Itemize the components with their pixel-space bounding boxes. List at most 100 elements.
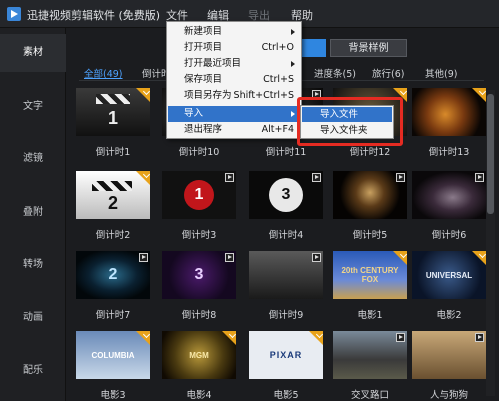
media-label: 倒计时12 <box>349 147 391 158</box>
media-item[interactable]: 1 倒计时1 <box>76 88 150 158</box>
menu-item-label: 项目另存为 <box>184 90 232 101</box>
menu-item-open-project[interactable]: 打开项目 Ctrl+O <box>168 40 300 56</box>
menu-item-exit[interactable]: 退出程序 Alt+F4 <box>168 122 300 138</box>
filter-travel[interactable]: 旅行(6) <box>372 66 404 80</box>
app-logo-icon <box>7 7 21 21</box>
filter-progress[interactable]: 进度条(5) <box>314 66 356 80</box>
menu-item-save-as[interactable]: 项目另存为 Shift+Ctrl+S <box>168 88 300 104</box>
media-label: 电影4 <box>186 390 212 401</box>
media-thumbnail: 1 <box>162 171 236 219</box>
download-icon <box>472 88 486 102</box>
download-icon <box>393 251 407 265</box>
media-label: 电影2 <box>436 310 462 321</box>
media-thumbnail <box>412 331 486 379</box>
sidebar-item-transitions[interactable]: 转场 <box>0 246 66 284</box>
app-title: 迅捷视频剪辑软件 (免费版) <box>27 9 161 22</box>
annotation-highlight-box <box>297 97 403 146</box>
media-label: 倒计时7 <box>95 310 131 321</box>
media-item[interactable]: 2 倒计时2 <box>76 171 150 241</box>
media-item[interactable]: UNIVERSAL 电影2 <box>412 251 486 321</box>
sidebar-item-media[interactable]: 素材 <box>0 34 66 72</box>
menu-item-new-project[interactable]: 新建项目 <box>168 24 300 40</box>
media-item[interactable]: 2 倒计时7 <box>76 251 150 321</box>
filter-all[interactable]: 全部(49) <box>84 66 123 80</box>
preview-icon <box>312 173 321 182</box>
menu-item-save-project[interactable]: 保存项目 Ctrl+S <box>168 72 300 88</box>
menu-item-label: 导入 <box>184 108 204 119</box>
media-label: 倒计时10 <box>178 147 220 158</box>
menu-item-recent-projects[interactable]: 打开最近项目 <box>168 56 300 72</box>
preview-icon <box>225 253 234 262</box>
menu-shortcut: Ctrl+S <box>263 74 294 85</box>
media-label: 人与狗狗 <box>429 390 468 401</box>
media-item[interactable]: MGM 电影4 <box>162 331 236 401</box>
download-icon <box>136 331 150 345</box>
preview-icon <box>312 253 321 262</box>
media-thumbnail: 1 <box>76 88 150 136</box>
media-thumbnail: MGM <box>162 331 236 379</box>
media-label: 电影3 <box>100 390 126 401</box>
download-icon <box>309 331 323 345</box>
media-item[interactable]: PIXAR 电影5 <box>249 331 323 401</box>
media-thumbnail: UNIVERSAL <box>412 251 486 299</box>
media-label: 倒计时8 <box>181 310 217 321</box>
media-label: 交叉路口 <box>350 390 389 401</box>
media-label: 倒计时2 <box>95 230 131 241</box>
sidebar: 素材 文字 滤镜 叠附 转场 动画 配乐 <box>0 28 66 401</box>
menu-item-label: 新建项目 <box>184 26 223 37</box>
preview-icon <box>396 173 405 182</box>
sidebar-item-animation[interactable]: 动画 <box>0 299 66 337</box>
media-label: 倒计时5 <box>352 230 388 241</box>
submenu-arrow-icon <box>291 61 295 67</box>
media-item[interactable]: 倒计时6 <box>412 171 486 241</box>
media-thumbnail <box>412 171 486 219</box>
media-item[interactable]: 3 倒计时4 <box>249 171 323 241</box>
media-item[interactable]: 倒计时5 <box>333 171 407 241</box>
preview-icon <box>225 173 234 182</box>
menu-item-label: 打开最近项目 <box>184 58 242 69</box>
vertical-scrollbar[interactable] <box>486 90 495 396</box>
media-item[interactable]: 1 倒计时3 <box>162 171 236 241</box>
sidebar-item-overlay[interactable]: 叠附 <box>0 194 66 232</box>
media-label: 倒计时3 <box>181 230 217 241</box>
media-item[interactable]: 倒计时9 <box>249 251 323 321</box>
media-label: 电影5 <box>273 390 299 401</box>
file-menu-dropdown: 新建项目 打开项目 Ctrl+O 打开最近项目 保存项目 Ctrl+S 项目另存… <box>166 21 302 139</box>
preview-icon <box>475 333 484 342</box>
preview-icon <box>139 253 148 262</box>
preview-icon <box>475 173 484 182</box>
media-label: 倒计时1 <box>95 147 131 158</box>
media-item[interactable]: 人与狗狗 <box>412 331 486 401</box>
menu-shortcut: Alt+F4 <box>261 124 294 135</box>
media-label: 倒计时9 <box>268 310 304 321</box>
download-icon <box>472 251 486 265</box>
media-thumbnail: 20th CENTURY FOX <box>333 251 407 299</box>
media-item[interactable]: 3 倒计时8 <box>162 251 236 321</box>
preview-icon <box>396 333 405 342</box>
media-thumbnail: 3 <box>249 171 323 219</box>
media-thumbnail: 2 <box>76 251 150 299</box>
download-icon <box>222 331 236 345</box>
media-item[interactable]: 倒计时13 <box>412 88 486 158</box>
menu-item-label: 打开项目 <box>184 42 223 53</box>
menu-item-label: 保存项目 <box>184 74 223 85</box>
media-thumbnail <box>333 331 407 379</box>
sidebar-item-filters[interactable]: 滤镜 <box>0 140 66 178</box>
media-item[interactable]: 20th CENTURY FOX 电影1 <box>333 251 407 321</box>
media-thumbnail: PIXAR <box>249 331 323 379</box>
media-item[interactable]: 交叉路口 <box>333 331 407 401</box>
media-thumbnail: 2 <box>76 171 150 219</box>
menu-item-import[interactable]: 导入 <box>168 106 300 122</box>
sidebar-item-music[interactable]: 配乐 <box>0 352 66 390</box>
submenu-arrow-icon <box>291 29 295 35</box>
media-thumbnail <box>249 251 323 299</box>
media-item[interactable]: COLUMBIA 电影3 <box>76 331 150 401</box>
media-label: 倒计时11 <box>265 147 307 158</box>
tab-backgrounds[interactable]: 背景样例 <box>330 39 407 57</box>
sidebar-item-text[interactable]: 文字 <box>0 88 66 126</box>
media-label: 电影1 <box>357 310 383 321</box>
menu-shortcut: Shift+Ctrl+S <box>233 90 294 101</box>
thumb-number: 2 <box>107 192 118 213</box>
filter-other[interactable]: 其他(9) <box>425 66 457 80</box>
menu-shortcut: Ctrl+O <box>261 42 294 53</box>
